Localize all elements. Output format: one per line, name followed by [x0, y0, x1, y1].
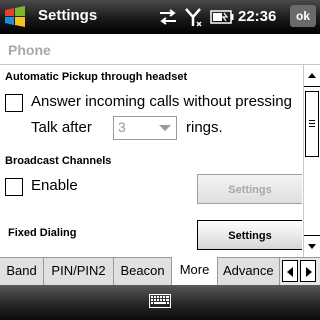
tab-scroll-right-button[interactable]	[300, 260, 316, 282]
fixed-dialing-settings-button[interactable]: Settings	[197, 220, 302, 250]
talk-after-select[interactable]: 3	[113, 116, 177, 140]
tab-band[interactable]: Band	[0, 258, 44, 285]
talk-after-value: 3	[118, 119, 126, 135]
arrow-up-icon	[308, 73, 316, 78]
answer-calls-label: Answer incoming calls without pressing	[31, 93, 292, 110]
page-title: Phone	[8, 42, 51, 58]
broadcast-enable-label: Enable	[31, 177, 78, 194]
rings-label: rings.	[186, 119, 223, 136]
keyboard-icon[interactable]	[149, 294, 171, 308]
talk-after-label: Talk after	[31, 119, 92, 136]
chevron-down-icon	[159, 125, 171, 131]
tab-advanced[interactable]: Advance	[218, 258, 280, 285]
window-title: Settings	[38, 7, 98, 24]
scroll-thumb[interactable]	[305, 91, 319, 157]
sync-icon[interactable]	[158, 7, 178, 27]
broadcast-enable-checkbox[interactable]	[5, 178, 23, 196]
answer-calls-checkbox[interactable]	[5, 94, 23, 112]
tab-bar: Band PIN/PIN2 Beacon More Advance	[0, 257, 320, 285]
broadcast-heading: Broadcast Channels	[5, 155, 112, 167]
auto-pickup-heading: Automatic Pickup through headset	[5, 71, 188, 83]
scroll-up-button[interactable]	[304, 65, 320, 87]
softkey-bar	[0, 285, 320, 320]
tab-more[interactable]: More	[172, 257, 218, 285]
settings-content: Automatic Pickup through headset Answer …	[0, 65, 302, 257]
broadcast-settings-button[interactable]: Settings	[197, 174, 302, 204]
tab-beacon[interactable]: Beacon	[114, 258, 172, 285]
title-bar: Settings 22:36 ok	[0, 0, 320, 34]
vertical-scrollbar[interactable]	[303, 65, 320, 257]
arrow-left-icon	[287, 267, 293, 277]
grip-line	[309, 123, 315, 124]
scroll-down-button[interactable]	[304, 235, 320, 257]
ok-button[interactable]: ok	[290, 5, 316, 27]
signal-icon[interactable]	[184, 7, 202, 27]
windows-start-icon[interactable]	[4, 6, 26, 28]
tab-pin-pin2[interactable]: PIN/PIN2	[44, 258, 114, 285]
arrow-right-icon	[306, 267, 312, 277]
clock[interactable]: 22:36	[238, 8, 276, 25]
grip-line	[309, 126, 315, 127]
grip-line	[309, 120, 315, 121]
fixed-dialing-heading: Fixed Dialing	[8, 227, 77, 239]
page-header: Phone	[0, 34, 320, 64]
tab-scroll-left-button[interactable]	[282, 260, 298, 282]
battery-icon[interactable]	[210, 10, 234, 24]
arrow-down-icon	[308, 244, 316, 249]
